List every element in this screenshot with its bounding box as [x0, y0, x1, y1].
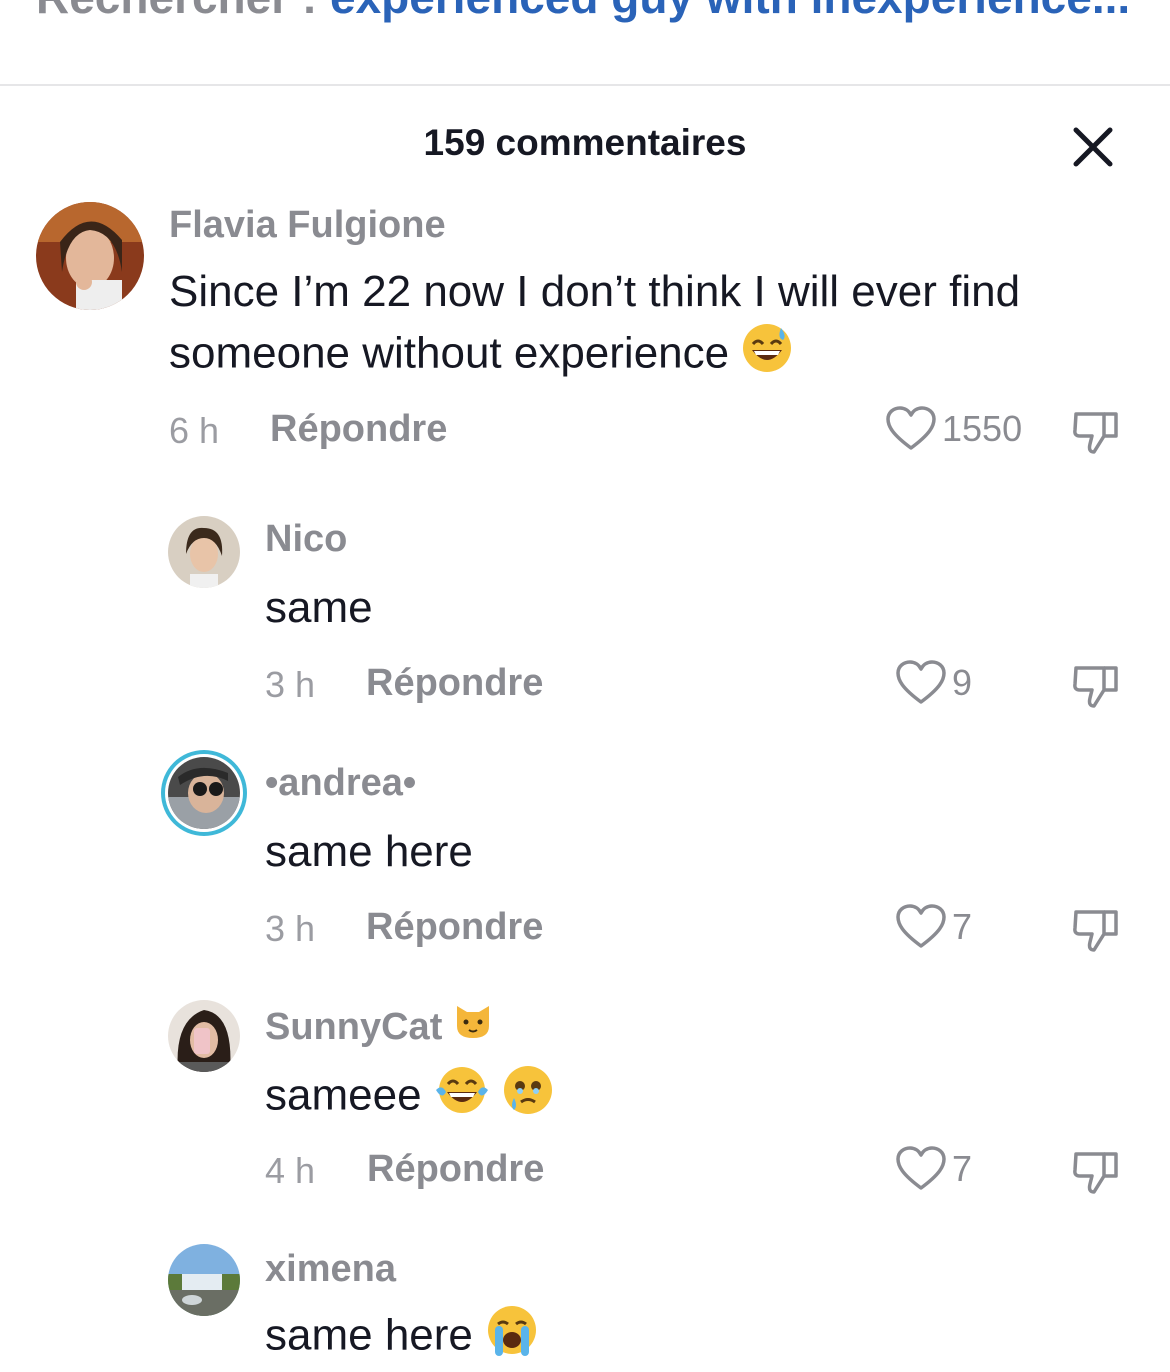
- comment-reply-item: ximena same here: [0, 1240, 1170, 1360]
- avatar[interactable]: [168, 1244, 240, 1316]
- comment-text-value: sameee: [265, 1070, 422, 1120]
- avatar[interactable]: [168, 516, 240, 588]
- search-prefix: Rechercher :: [36, 0, 330, 23]
- search-bar[interactable]: Rechercher : experienced guy with inexpe…: [0, 0, 1170, 86]
- like-button[interactable]: 7: [894, 1144, 972, 1194]
- thumbs-down-icon: [1073, 666, 1118, 708]
- comment-text: same here: [265, 1304, 539, 1372]
- comment-text-value: same here: [265, 1310, 473, 1360]
- comment-reply-item: •andrea• same here 3 h Répondre 7: [0, 750, 1170, 960]
- like-count: 7: [952, 906, 973, 947]
- tears-of-joy-emoji: [434, 1064, 490, 1132]
- like-button[interactable]: 9: [894, 658, 972, 708]
- dislike-button[interactable]: [1070, 1146, 1122, 1198]
- comment-text: same: [265, 583, 373, 632]
- heart-icon: [886, 406, 936, 450]
- thumbs-down-icon: [1073, 910, 1118, 952]
- close-button[interactable]: [1068, 122, 1118, 172]
- dislike-button[interactable]: [1070, 904, 1122, 956]
- comment-reply-item: SunnyCat sameee 4 h Répondre 7: [0, 996, 1170, 1206]
- comment-time: 3 h: [265, 664, 316, 705]
- comment-time: 3 h: [265, 908, 316, 949]
- holding-back-tears-emoji: [502, 1064, 554, 1132]
- comment-text-line: someone without experience: [169, 328, 730, 378]
- avatar-image: [168, 1244, 240, 1316]
- like-count: 9: [952, 662, 973, 703]
- comment-username[interactable]: ximena: [265, 1248, 396, 1291]
- comment-time: 6 h: [169, 410, 220, 451]
- dislike-button[interactable]: [1070, 406, 1122, 458]
- comment-text-line: Since I’m 22 now I don’t think I will ev…: [169, 267, 1021, 316]
- avatar[interactable]: [168, 1000, 240, 1072]
- comment-reply-item: Nico same 3 h Répondre 9: [0, 512, 1170, 712]
- comment-text: Since I’m 22 now I don’t think I will ev…: [169, 262, 1020, 390]
- comment-text-line-2: someone without experience: [169, 322, 1020, 390]
- close-icon: [1073, 127, 1113, 167]
- reply-button[interactable]: Répondre: [367, 1148, 544, 1191]
- like-button[interactable]: 1550: [884, 404, 1022, 454]
- comment-username-row[interactable]: SunnyCat: [265, 1004, 493, 1054]
- reply-button[interactable]: Répondre: [270, 408, 447, 451]
- comment-text: sameee: [265, 1064, 554, 1132]
- comment-username[interactable]: SunnyCat: [265, 1006, 442, 1048]
- loudly-crying-emoji: [485, 1304, 539, 1372]
- avatar-image: [168, 757, 240, 829]
- grinning-sweat-emoji: [741, 322, 793, 390]
- like-count: 1550: [942, 408, 1023, 449]
- comment-text: same here: [265, 827, 473, 876]
- comments-header: 159 commentaires: [0, 100, 1170, 190]
- like-count: 7: [952, 1148, 973, 1189]
- comments-count-title: 159 commentaires: [423, 122, 747, 163]
- reply-button[interactable]: Répondre: [366, 906, 543, 949]
- reply-button[interactable]: Répondre: [366, 662, 543, 705]
- comment-username[interactable]: •andrea•: [265, 762, 416, 805]
- dislike-button[interactable]: [1070, 660, 1122, 712]
- avatar-image: [168, 1000, 240, 1072]
- heart-icon: [896, 904, 946, 948]
- search-text[interactable]: Rechercher : experienced guy with inexpe…: [36, 0, 1130, 24]
- like-button[interactable]: 7: [894, 902, 972, 952]
- avatar-image: [168, 516, 240, 588]
- comment-time: 4 h: [265, 1150, 316, 1191]
- heart-icon: [896, 660, 946, 704]
- avatar[interactable]: [36, 202, 144, 310]
- comment-username[interactable]: Nico: [265, 518, 347, 561]
- thumbs-down-icon: [1073, 1152, 1118, 1194]
- avatar-image: [36, 202, 144, 310]
- thumbs-down-icon: [1073, 412, 1118, 454]
- heart-icon: [896, 1146, 946, 1190]
- comment-item: Flavia Fulgione Since I’m 22 now I don’t…: [0, 200, 1170, 470]
- comment-username[interactable]: Flavia Fulgione: [169, 204, 446, 247]
- avatar-with-story-ring[interactable]: [161, 750, 247, 836]
- cat-face-emoji: [453, 1000, 493, 1050]
- search-query[interactable]: experienced guy with inexperience...: [330, 0, 1130, 23]
